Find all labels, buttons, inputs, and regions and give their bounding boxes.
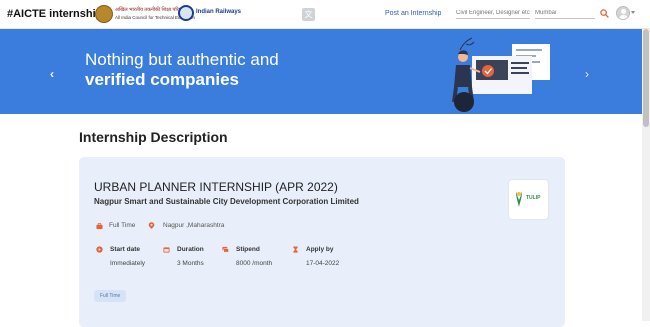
job-type-tag: Full Time [94,290,127,302]
brand-logo[interactable]: #AICTE internships [7,8,108,20]
detail-label: Duration [177,246,204,253]
company-logo-text: TULIP [526,195,541,201]
indian-railways-label: Indian Railways [196,9,242,15]
tulip-logo-icon [516,191,522,207]
aicte-logo-text: अखिल भारतीय तकनीकी शिक्षा परिषद All Indi… [115,7,195,20]
internship-title: URBAN PLANNER INTERNSHIP (APR 2022) [94,180,338,194]
detail-value: Immediately [110,260,146,267]
aicte-hindi-name: अखिल भारतीय तकनीकी शिक्षा परिषद [115,7,185,13]
detail-value: 3 Months [177,260,204,267]
job-location: Nagpur ,Maharashtra [163,222,225,229]
briefcase-icon [96,223,103,230]
page-title: Internship Description [79,129,228,145]
hourglass-icon [293,246,298,253]
search-icon[interactable] [600,9,609,18]
chevron-down-icon[interactable] [631,11,635,14]
translate-icon[interactable]: 文 [302,8,315,21]
page-scrollbar[interactable] [642,29,650,321]
money-icon [222,246,229,253]
detail-label: Apply by [306,246,334,253]
aicte-emblem-icon [95,5,113,23]
carousel-next-button[interactable]: › [585,67,589,81]
banner-headline-line1: Nothing but authentic and [85,50,279,69]
top-header: #AICTE internships अखिल भारतीय तकनीकी शि… [0,0,650,29]
company-name[interactable]: Nagpur Smart and Sustainable City Develo… [94,197,359,206]
detail-value: 8000 /month [236,260,273,267]
post-internship-link[interactable]: Post an Internship [385,10,441,17]
user-avatar[interactable] [616,6,630,20]
calendar-icon [163,247,170,253]
detail-value: 17-04-2022 [306,260,340,267]
play-circle-icon [96,246,103,253]
carousel-prev-button[interactable]: ‹ [50,67,54,81]
indian-railways-emblem-icon [178,5,194,21]
location-pin-icon [148,222,155,229]
company-logo: TULIP [508,179,549,220]
hero-banner: ‹ Nothing but authentic and verified com… [0,29,642,114]
location-input[interactable] [535,7,595,19]
banner-headline-line2: verified companies [85,70,240,89]
aicte-english-name: All India Council for Technical Educatio… [115,15,195,20]
detail-label: Start date [110,246,140,253]
search-input[interactable] [456,7,530,19]
job-type: Full Time [109,222,136,229]
scrollbar-thumb[interactable] [643,29,649,127]
verified-illustration [452,37,550,112]
detail-label: Stipend [236,246,260,253]
internship-card: URBAN PLANNER INTERNSHIP (APR 2022) Nagp… [79,157,565,327]
